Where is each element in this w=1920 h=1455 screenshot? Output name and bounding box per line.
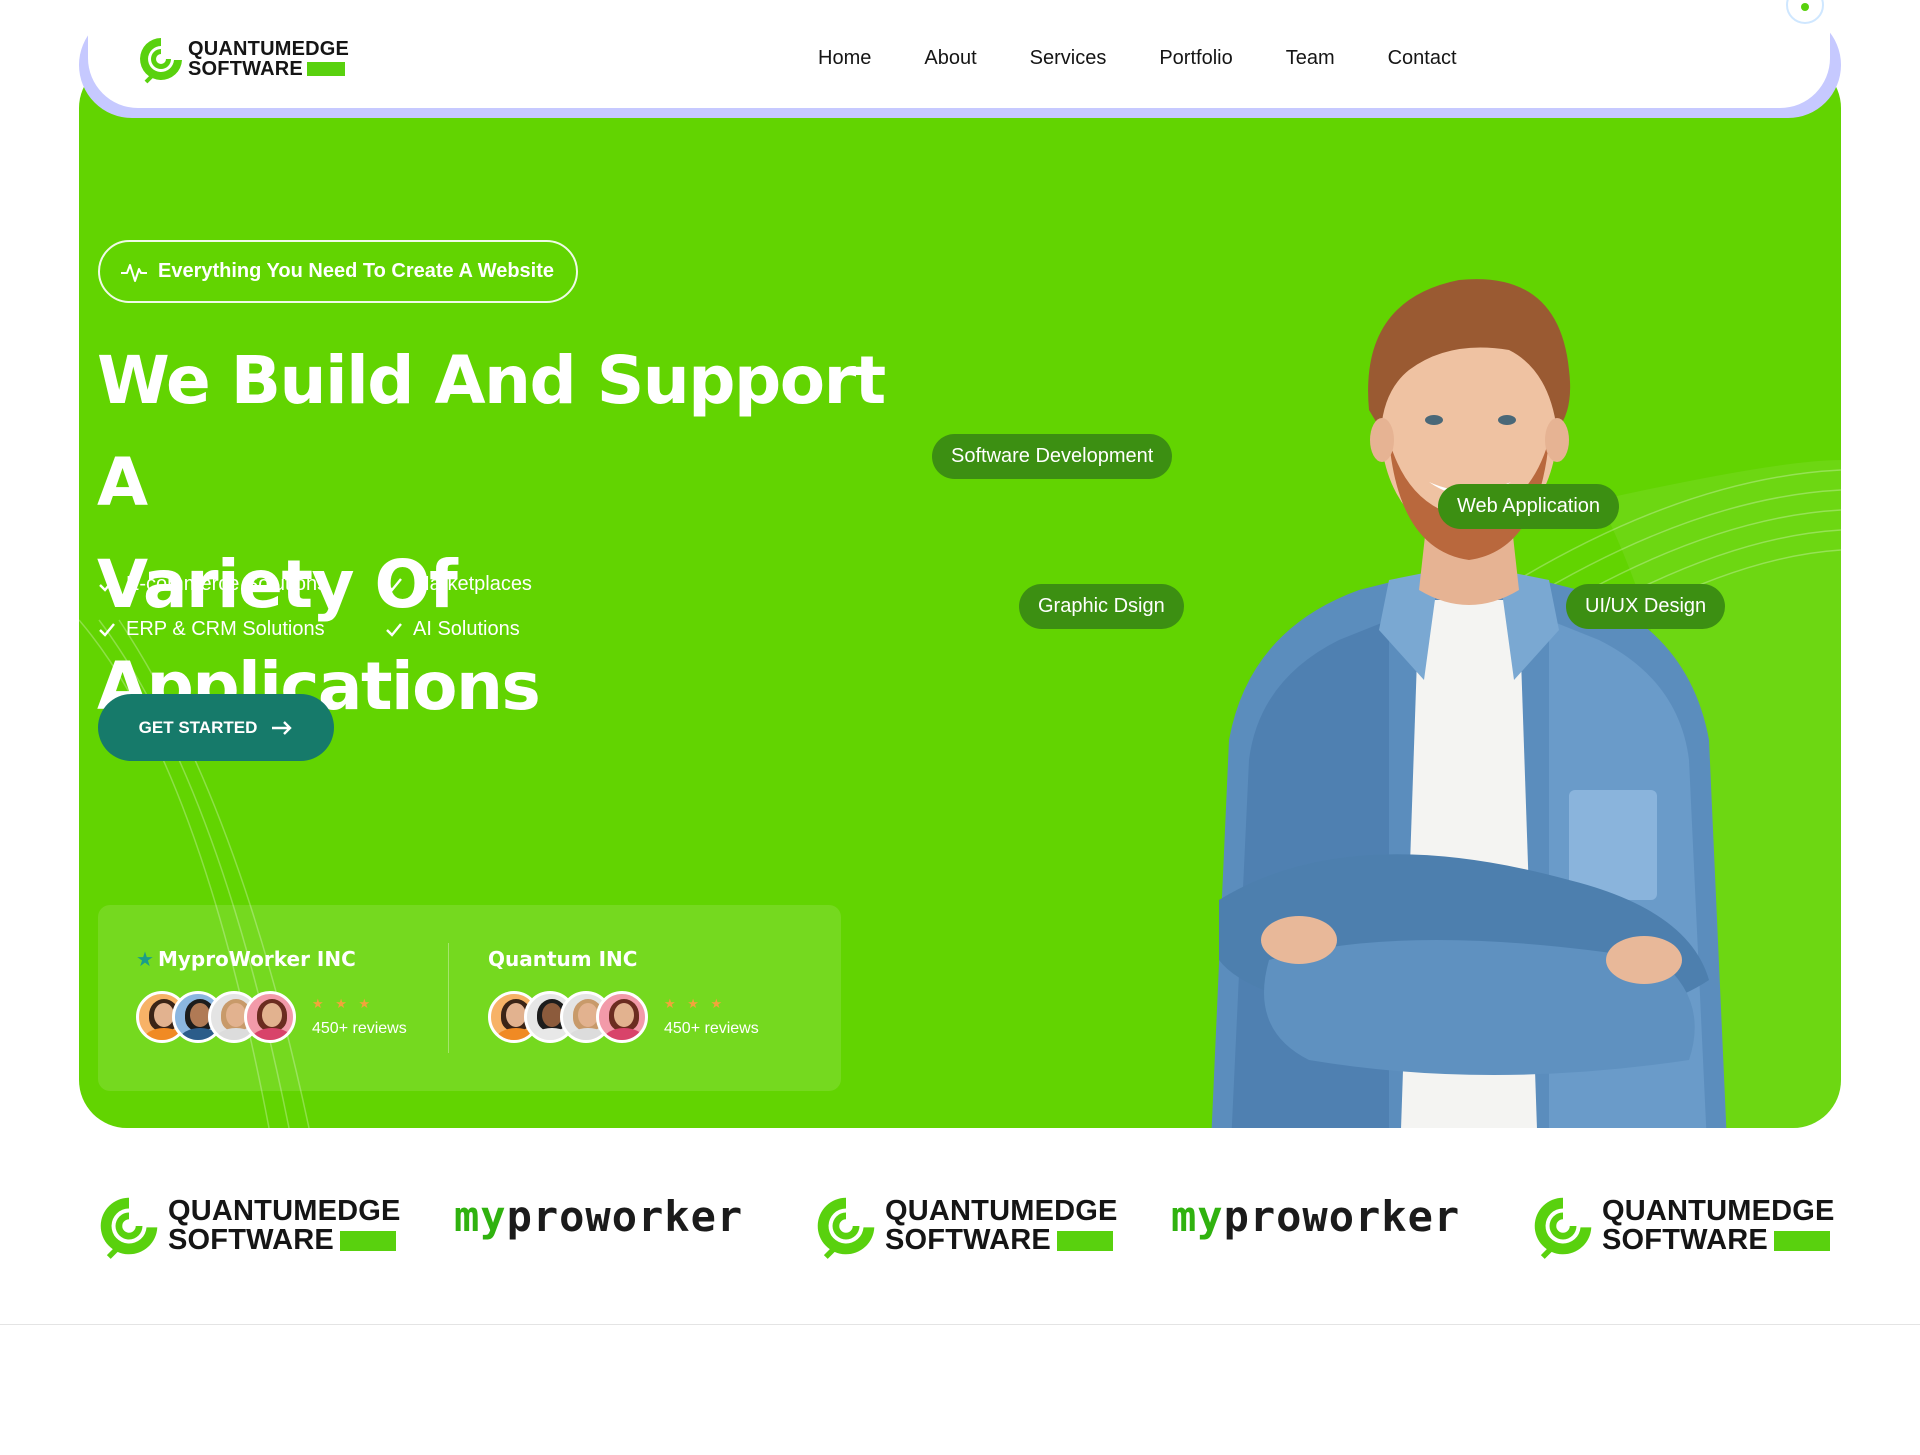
reviews-card: ★ MyproWorker INC ★ ★ ★ 450+ reviews Quan… — [98, 905, 841, 1091]
logo-icon — [140, 38, 182, 84]
hero-headline-line1: We Build And Support A — [97, 342, 886, 521]
partner-logo-line1: QUANTUMEDGE — [168, 1195, 401, 1227]
nav-contact[interactable]: Contact — [1388, 47, 1457, 70]
tag-graphic-design: Graphic Dsign — [1019, 584, 1184, 629]
check-icon — [99, 622, 115, 637]
nav-services[interactable]: Services — [1030, 47, 1107, 70]
partner-logo-line2: SOFTWARE — [1602, 1224, 1768, 1256]
review-count: 450+ reviews — [312, 1020, 407, 1037]
mypro-prefix: my — [1171, 1192, 1224, 1241]
logo-accent-bar — [1056, 1230, 1113, 1251]
partner-logo-line1: QUANTUMEDGE — [885, 1195, 1118, 1227]
rating-stars: ★ ★ ★ — [664, 996, 727, 1011]
logo-accent-bar — [306, 62, 345, 76]
review-company: MyproWorker INC — [157, 947, 356, 971]
review-company: Quantum INC — [488, 947, 638, 971]
feature-label: ERP & CRM Solutions — [126, 618, 325, 640]
check-icon — [386, 622, 402, 637]
logo-icon — [1534, 1197, 1592, 1259]
logo-icon — [817, 1197, 875, 1259]
get-started-button[interactable]: GET STARTED — [98, 694, 334, 761]
partner-logo-myproworker: my proworker — [1171, 1192, 1460, 1241]
nav-portfolio[interactable]: Portfolio — [1159, 47, 1232, 70]
partner-logo-quantumedge: QUANTUMEDGE SOFTWARE — [1532, 1190, 1835, 1262]
tag-software-development: Software Development — [932, 434, 1173, 479]
hero-headline: We Build And Support A Variety Of Applic… — [97, 330, 917, 738]
review-divider — [448, 943, 449, 1053]
avatar-group — [136, 991, 296, 1043]
hero-pill-text: Everything You Need To Create A Website — [158, 260, 555, 282]
nav-home[interactable]: Home — [818, 47, 871, 70]
feature-label: Marketplaces — [413, 573, 532, 595]
star-icon: ★ — [136, 947, 154, 971]
top-navigation-bar: QUANTUMEDGE SOFTWARE Home About Services… — [88, 0, 1830, 108]
review-block: Quantum INC ★ ★ ★ 450+ reviews — [488, 947, 759, 1043]
pulse-icon — [121, 263, 147, 282]
main-nav: Home About Services Portfolio Team Conta… — [818, 47, 1510, 70]
feature-label: E-commerce Solutions — [126, 573, 328, 595]
hero-feature-list: E-commerce Solutions Marketplaces ERP & … — [98, 572, 585, 642]
feature-item: Marketplaces — [385, 572, 585, 597]
tag-ui-ux-design: UI/UX Design — [1566, 584, 1726, 629]
feature-item: ERP & CRM Solutions — [98, 617, 385, 642]
rating-stars: ★ ★ ★ — [312, 996, 375, 1011]
feature-item: AI Solutions — [385, 617, 585, 642]
feature-label: AI Solutions — [413, 618, 520, 640]
check-icon — [99, 577, 115, 592]
arrow-right-icon — [272, 720, 293, 735]
review-block: ★ MyproWorker INC ★ ★ ★ 450+ reviews — [136, 947, 407, 1043]
review-count: 450+ reviews — [664, 1020, 759, 1037]
nav-about[interactable]: About — [924, 47, 976, 70]
partner-logo-line1: QUANTUMEDGE — [1602, 1195, 1835, 1227]
hero-person-image — [1211, 279, 1727, 1128]
tag-web-application: Web Application — [1438, 484, 1620, 529]
logo-icon — [100, 1197, 158, 1259]
check-icon — [386, 577, 402, 592]
hero-pill-badge: Everything You Need To Create A Website — [98, 240, 578, 303]
logo-line2: SOFTWARE — [188, 58, 303, 80]
avatar — [244, 991, 296, 1043]
partner-logo-quantumedge: QUANTUMEDGE SOFTWARE — [98, 1190, 401, 1262]
partner-logo-line2: SOFTWARE — [168, 1224, 334, 1256]
get-started-label: GET STARTED — [138, 717, 258, 737]
mypro-rest: proworker — [1223, 1192, 1461, 1241]
nav-team[interactable]: Team — [1286, 47, 1335, 70]
partner-logo-quantumedge: QUANTUMEDGE SOFTWARE — [815, 1190, 1118, 1262]
section-divider — [0, 1324, 1920, 1325]
feature-item: E-commerce Solutions — [98, 572, 385, 597]
logo-accent-bar — [1773, 1230, 1830, 1251]
partner-logo-myproworker: my proworker — [454, 1192, 743, 1241]
avatar-group — [488, 991, 648, 1043]
mypro-prefix: my — [454, 1192, 507, 1241]
logo-line1: QUANTUMEDGE — [188, 38, 350, 60]
partner-logo-line2: SOFTWARE — [885, 1224, 1051, 1256]
logo-accent-bar — [339, 1230, 396, 1251]
avatar — [596, 991, 648, 1043]
site-logo[interactable]: QUANTUMEDGE SOFTWARE — [138, 34, 349, 84]
mypro-rest: proworker — [506, 1192, 744, 1241]
